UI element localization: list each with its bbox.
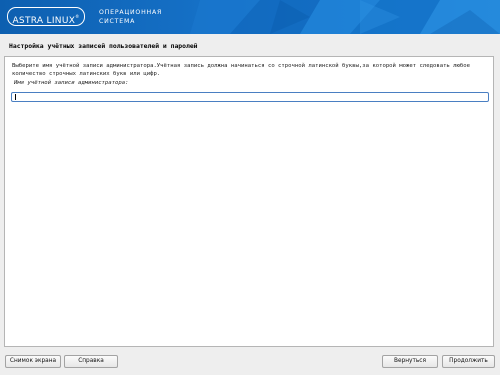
header-banner: ASTRA LINUX® ОПЕРАЦИОННАЯ СИСТЕМА: [0, 0, 500, 34]
page-title: Настройка учётных записей пользователей …: [9, 42, 198, 50]
text-caret: [15, 94, 16, 100]
help-button[interactable]: Справка: [64, 355, 118, 368]
astra-linux-logo: ASTRA LINUX®: [7, 7, 85, 26]
logo-registered-mark: ®: [75, 14, 80, 19]
tagline-line-1: ОПЕРАЦИОННАЯ: [99, 9, 163, 16]
back-button[interactable]: Вернуться: [382, 355, 438, 368]
continue-button[interactable]: Продолжить: [442, 355, 495, 368]
tagline: ОПЕРАЦИОННАЯ СИСТЕМА: [99, 9, 189, 26]
tagline-line-2: СИСТЕМА: [99, 17, 136, 25]
main-panel: Выберите имя учётной записи администрато…: [4, 56, 494, 347]
description-text: Выберите имя учётной записи администрато…: [12, 63, 471, 77]
logo-text: ASTRA LINUX: [12, 16, 76, 26]
screenshot-button[interactable]: Снимок экрана: [5, 355, 61, 368]
admin-account-label: Имя учётной записи администратора:: [14, 80, 129, 86]
admin-account-name-input[interactable]: [11, 92, 489, 102]
